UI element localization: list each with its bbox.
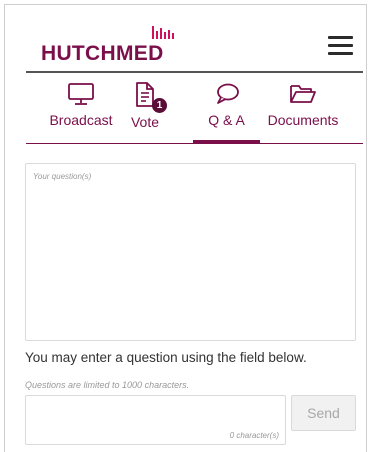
logo-bars-icon <box>152 26 174 39</box>
tab-documents-label: Documents <box>267 112 339 128</box>
tab-qa[interactable]: Q & A <box>195 82 258 128</box>
menu-icon[interactable] <box>328 36 353 56</box>
folder-open-icon <box>290 85 316 103</box>
questions-list[interactable]: Your question(s) <box>25 163 356 341</box>
tab-documents[interactable]: Documents <box>266 82 340 128</box>
tab-broadcast-label: Broadcast <box>49 112 113 128</box>
send-button[interactable]: Send <box>291 395 356 431</box>
tab-vote-label: Vote <box>130 114 160 130</box>
character-limit-note: Questions are limited to 1000 characters… <box>25 380 190 390</box>
character-counter: 0 character(s) <box>229 431 279 440</box>
speech-bubble-icon <box>216 83 239 104</box>
vote-count-badge: 1 <box>152 98 167 113</box>
question-input[interactable]: 0 character(s) <box>25 395 286 445</box>
tab-broadcast[interactable]: Broadcast <box>47 82 115 128</box>
logo-text: HUTCHMED <box>41 42 164 65</box>
tabs-divider <box>26 143 363 144</box>
monitor-icon <box>68 83 94 105</box>
tab-qa-label: Q & A <box>208 112 245 128</box>
header-divider <box>26 71 363 73</box>
questions-placeholder: Your question(s) <box>33 172 92 181</box>
question-instruction: You may enter a question using the field… <box>25 350 307 365</box>
